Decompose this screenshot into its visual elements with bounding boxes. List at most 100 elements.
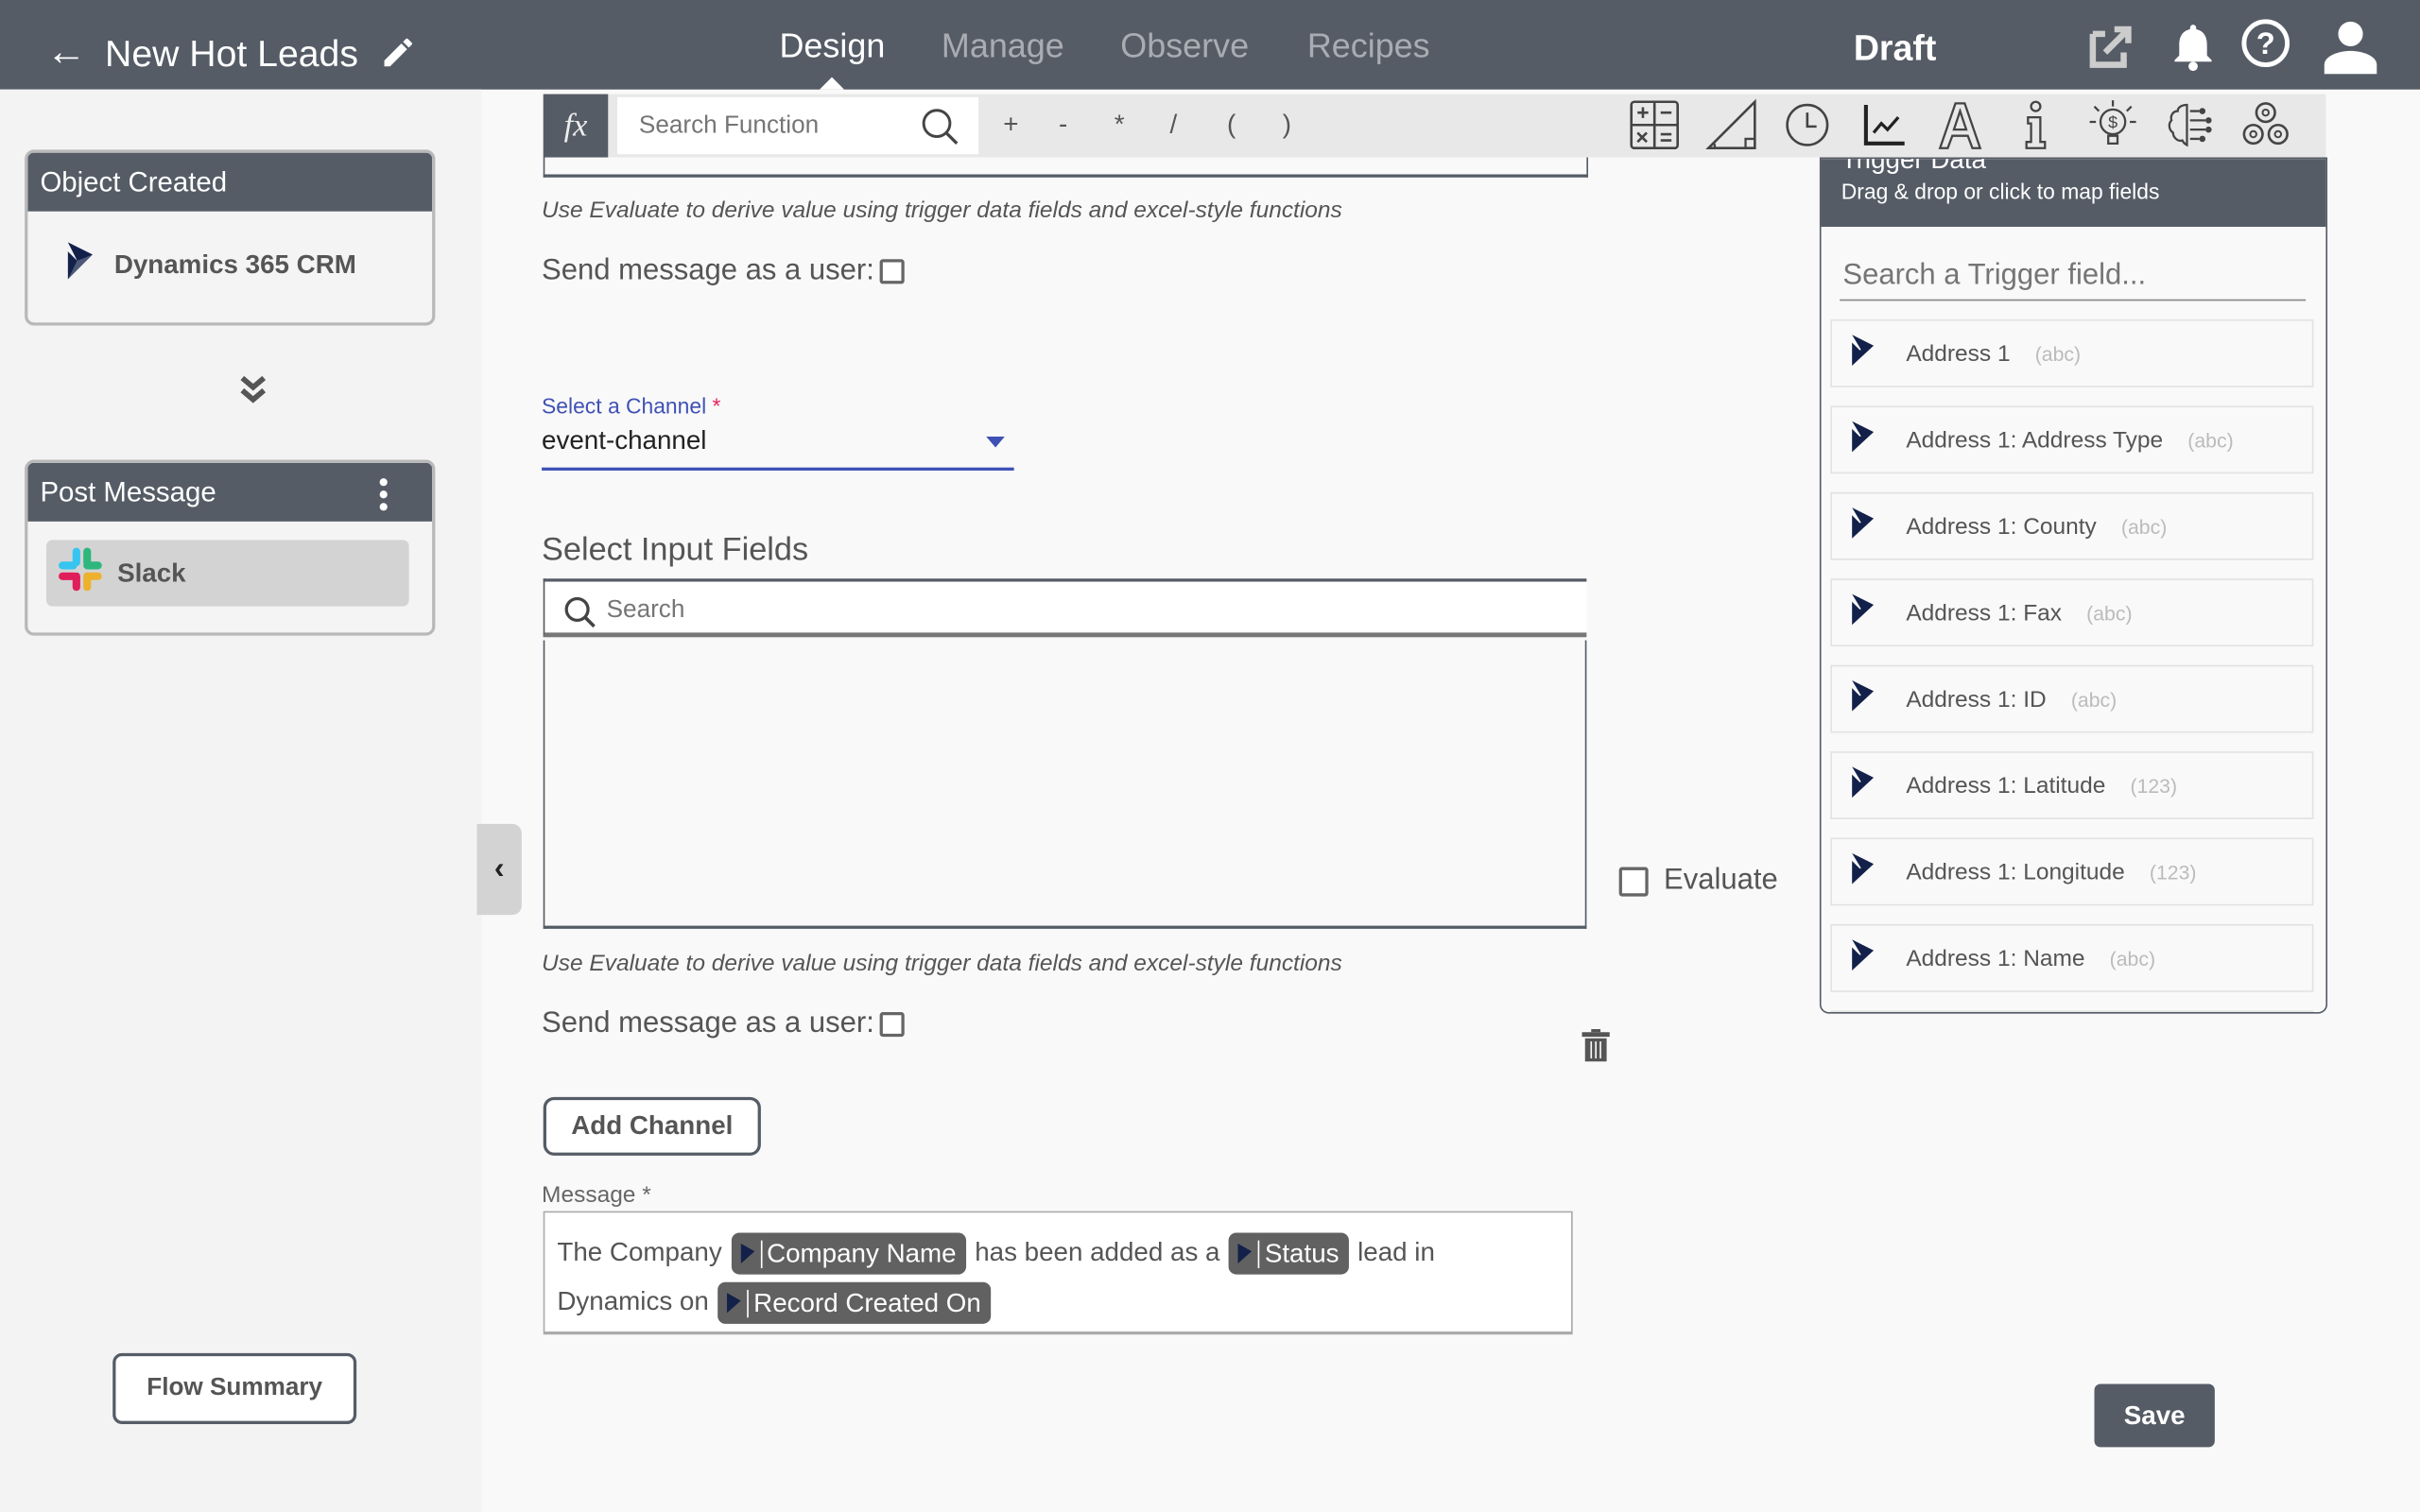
dynamics-crm-icon [1851, 939, 1876, 976]
help-icon[interactable]: ? [2239, 17, 2292, 77]
send-as-user-row: Send message as a user: [542, 254, 906, 288]
select-input-fields-title: Select Input Fields [542, 532, 809, 568]
operator-open-paren[interactable]: ( [1227, 110, 1236, 141]
action-app[interactable]: Slack [45, 540, 409, 607]
bulb-dollar-icon[interactable]: $ [2086, 98, 2139, 151]
dynamics-crm-icon [727, 1293, 742, 1314]
tab-recipes[interactable]: Recipes [1307, 26, 1430, 66]
dynamics-crm-icon [740, 1243, 755, 1264]
edit-pencil-icon[interactable] [380, 34, 417, 78]
more-options-icon[interactable] [379, 478, 388, 515]
trigger-field-search-input[interactable] [1840, 257, 2294, 295]
tab-design[interactable]: Design [779, 26, 885, 66]
dropdown-caret-icon [986, 437, 1005, 448]
channel-label-text: Select a Channel [542, 393, 707, 419]
trigger-field-item[interactable]: Address 1: Longitude (123) [1830, 837, 2314, 906]
dynamics-crm-icon [1851, 852, 1876, 890]
svg-text:?: ? [2256, 26, 2275, 60]
chevron-left-icon: ‹ [493, 851, 505, 886]
field-pill[interactable]: Record Created On [717, 1281, 991, 1324]
flow-summary-button[interactable]: Flow Summary [112, 1352, 357, 1424]
trigger-field-name: Address 1: ID [1906, 685, 2047, 713]
evaluate-hint: Use Evaluate to derive value using trigg… [542, 197, 1342, 224]
calculator-icon[interactable] [1628, 98, 1681, 151]
trigger-field-type: (abc) [2086, 600, 2133, 625]
trigger-field-item[interactable]: Address 1: Latitude (123) [1830, 751, 2314, 819]
trigger-app: Dynamics 365 CRM [65, 242, 356, 286]
search-icon [563, 595, 597, 637]
svg-text:$: $ [2108, 113, 2118, 132]
channel-label: Select a Channel * [542, 393, 720, 418]
function-search-input[interactable] [635, 111, 921, 143]
tab-manage[interactable]: Manage [942, 26, 1064, 66]
channel-value: event-channel [542, 425, 707, 455]
trigger-field-item[interactable]: Address 1: Name (abc) [1830, 923, 2314, 992]
operator-plus[interactable]: + [1003, 110, 1018, 141]
message-editor[interactable]: The Company Company Name has been added as… [543, 1211, 1573, 1335]
field-pill[interactable]: Company Name [731, 1232, 966, 1275]
operator-minus[interactable]: - [1059, 110, 1067, 141]
evaluate-expression-box[interactable] [543, 157, 1588, 178]
field-pill[interactable]: Status [1229, 1232, 1349, 1275]
info-icon[interactable] [2010, 98, 2063, 151]
flow-title: New Hot Leads [105, 33, 358, 76]
evaluate-label: Evaluate [1663, 864, 1778, 897]
bell-icon[interactable] [2169, 20, 2218, 80]
add-channel-button[interactable]: Add Channel [543, 1096, 761, 1156]
save-button[interactable]: Save [2094, 1383, 2215, 1448]
trash-icon[interactable] [1582, 1028, 1610, 1071]
tab-observe[interactable]: Observe [1120, 26, 1249, 66]
trigger-field-type: (123) [2149, 860, 2197, 884]
back-arrow-icon[interactable]: ← [46, 31, 86, 71]
slack-icon [56, 544, 105, 601]
fx-icon: fx [543, 94, 609, 158]
line-chart-icon[interactable] [1858, 98, 1911, 151]
operator-close-paren[interactable]: ) [1283, 110, 1291, 141]
clock-icon[interactable] [1781, 98, 1834, 151]
trigger-data-header: Trigger Data Drag & drop or click to map… [1821, 159, 2326, 227]
action-card-title: Post Message [40, 476, 216, 508]
evaluate-checkbox[interactable] [1618, 866, 1649, 896]
trigger-field-item[interactable]: Address 1: County (abc) [1830, 491, 2314, 560]
input-fields-list[interactable] [543, 640, 1587, 929]
trigger-field-item[interactable]: Address 1 (abc) [1830, 318, 2314, 387]
status-badge: Draft [1853, 27, 1937, 68]
action-card-header: Post Message [27, 462, 433, 522]
dynamics-crm-icon [1851, 766, 1876, 803]
send-as-user-label: Send message as a user: [542, 254, 874, 287]
collapse-panel-handle[interactable]: ‹ [476, 823, 522, 916]
trigger-field-item[interactable]: Address 1: ID (abc) [1830, 664, 2314, 733]
send-as-user-checkbox-2[interactable] [880, 1012, 906, 1038]
operator-multiply[interactable]: * [1115, 110, 1125, 141]
triangle-ruler-icon[interactable] [1705, 98, 1758, 151]
trigger-field-type: (abc) [2034, 341, 2082, 366]
send-as-user-checkbox[interactable] [880, 259, 906, 284]
operator-divide[interactable]: / [1170, 110, 1178, 141]
channel-select[interactable]: event-channel [542, 426, 1014, 471]
trigger-field-item[interactable]: Address 1: Address Type (abc) [1830, 405, 2314, 474]
search-icon[interactable] [920, 107, 959, 155]
trigger-field-search [1840, 257, 2307, 301]
action-app-name: Slack [117, 558, 186, 588]
dynamics-crm-icon [1851, 593, 1876, 631]
gears-icon[interactable] [2239, 98, 2292, 151]
trigger-card-header: Object Created [27, 152, 433, 212]
action-card[interactable]: Post Message Slack [25, 459, 436, 636]
external-link-icon[interactable] [2086, 22, 2135, 78]
trigger-field-type: (abc) [2120, 514, 2168, 538]
brain-icon[interactable] [2162, 98, 2215, 151]
trigger-field-item[interactable]: Address 1: Post Office Box(abc) [1830, 1010, 2314, 1013]
input-fields-search-input[interactable] [603, 595, 929, 627]
trigger-field-name: Address 1 [1906, 340, 2011, 367]
trigger-card[interactable]: Object Created Dynamics 365 CRM [25, 149, 436, 326]
user-icon[interactable] [2322, 19, 2380, 82]
field-pill-label: Status [1264, 1239, 1340, 1269]
dynamics-crm-icon [1238, 1243, 1253, 1264]
trigger-field-list: Address 1 (abc) Address 1: Address Type (ab… [1830, 318, 2314, 1013]
required-mark: * [712, 393, 721, 419]
trigger-field-name: Address 1: Latitude [1906, 772, 2106, 799]
text-icon[interactable] [1934, 98, 1987, 151]
function-search [617, 96, 979, 155]
trigger-field-item[interactable]: Address 1: Fax (abc) [1830, 578, 2314, 647]
input-fields-search [543, 578, 1587, 638]
